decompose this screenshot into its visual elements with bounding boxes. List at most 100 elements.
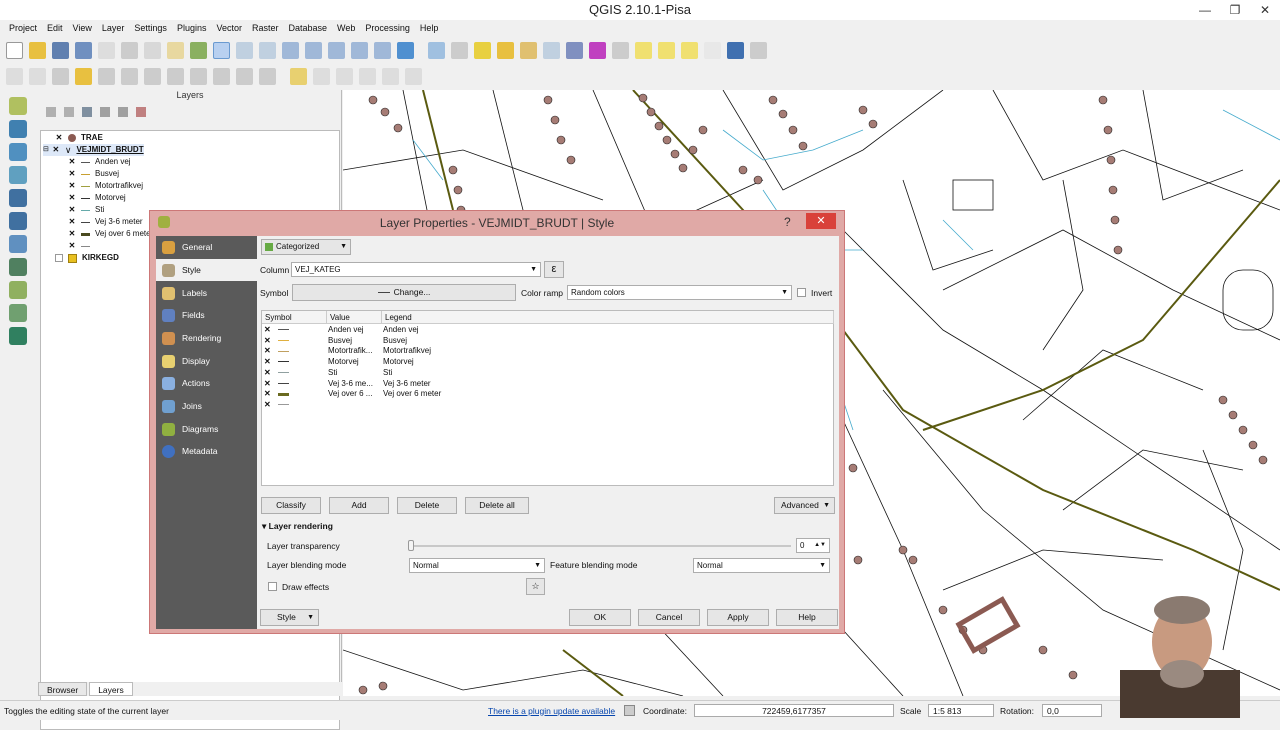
add-postgis-layer-icon[interactable]	[9, 143, 27, 161]
delete-selected-icon[interactable]	[190, 67, 207, 85]
dialog-close-button[interactable]: ✕	[806, 213, 836, 229]
pan-hand-icon[interactable]	[167, 41, 184, 59]
nav-joins[interactable]: Joins	[156, 395, 257, 417]
zoom-full-icon[interactable]	[282, 41, 299, 59]
nav-style[interactable]: Style	[156, 259, 257, 281]
column-combo[interactable]: VEJ_KATEG ▼	[291, 262, 541, 277]
layer-rendering-group[interactable]: ▾ Layer rendering	[262, 520, 333, 532]
category-motortrafikvej[interactable]: ✕ Motortrafikvej	[68, 180, 143, 192]
nav-general[interactable]: General	[156, 236, 257, 258]
visibility-checkbox[interactable]: ✕	[68, 170, 76, 178]
select-icon[interactable]	[474, 41, 491, 59]
menu-layer[interactable]: Layer	[102, 23, 125, 33]
menu-vector[interactable]: Vector	[216, 23, 242, 33]
new-project-icon[interactable]	[6, 41, 23, 59]
header-value[interactable]: Value	[327, 311, 382, 324]
composer-manager-icon[interactable]	[121, 41, 138, 59]
row-checkbox[interactable]: ✕	[264, 379, 271, 390]
menu-view[interactable]: View	[73, 23, 92, 33]
help-icon[interactable]	[727, 41, 744, 59]
blending-combo[interactable]: Normal ▼	[409, 558, 545, 573]
identify-icon[interactable]	[428, 41, 445, 59]
category-empty[interactable]: ✕	[68, 240, 95, 252]
messages-icon[interactable]	[624, 705, 635, 716]
rotate-label-icon[interactable]	[382, 67, 399, 85]
header-symbol[interactable]: Symbol	[262, 311, 327, 324]
style-menu-button[interactable]: Style ▼	[260, 609, 319, 626]
zoom-in-icon[interactable]	[213, 41, 230, 59]
nav-metadata[interactable]: Metadata	[156, 440, 257, 462]
menu-plugins[interactable]: Plugins	[177, 23, 207, 33]
deselect-icon[interactable]	[543, 41, 560, 59]
zoom-out-icon[interactable]	[236, 41, 253, 59]
show-hide-labels-icon[interactable]	[336, 67, 353, 85]
row-checkbox[interactable]: ✕	[264, 389, 271, 400]
nav-labels[interactable]: Labels	[156, 282, 257, 304]
menu-database[interactable]: Database	[289, 23, 328, 33]
menu-edit[interactable]: Edit	[47, 23, 63, 33]
category-busvej[interactable]: ✕ Busvej	[68, 168, 119, 180]
delete-all-button[interactable]: Delete all	[465, 497, 529, 514]
categories-table[interactable]: Symbol Value Legend ✕ Anden vej Anden ve…	[261, 310, 834, 486]
refresh-icon[interactable]	[397, 41, 414, 59]
add-wcs-layer-icon[interactable]	[9, 212, 27, 230]
add-wfs-layer-icon[interactable]	[9, 235, 27, 253]
menu-help[interactable]: Help	[420, 23, 439, 33]
zoom-native-icon[interactable]	[259, 41, 276, 59]
visibility-checkbox[interactable]: ✕	[55, 134, 63, 142]
category-motorvej[interactable]: ✕ Motorvej	[68, 192, 126, 204]
coordinate-field[interactable]: 722459,6177357	[694, 704, 894, 717]
zoom-next-icon[interactable]	[374, 41, 391, 59]
visibility-checkbox[interactable]: ✕	[68, 230, 76, 238]
pan-icon[interactable]	[144, 41, 161, 59]
move-label-icon[interactable]	[359, 67, 376, 85]
nav-diagrams[interactable]: Diagrams	[156, 418, 257, 440]
visibility-checkbox[interactable]: ✕	[68, 206, 76, 214]
row-checkbox[interactable]: ✕	[264, 325, 271, 336]
add-wms-layer-icon[interactable]	[9, 189, 27, 207]
pan-to-selection-icon[interactable]	[190, 41, 207, 59]
category-sti[interactable]: ✕ Sti	[68, 204, 105, 216]
add-button[interactable]: Add	[329, 497, 389, 514]
scale-combo[interactable]: 1:5 813	[928, 704, 994, 717]
layer-kirkegd[interactable]: KIRKEGD	[55, 252, 119, 264]
category-anden-vej[interactable]: ✕ Anden vej	[68, 156, 131, 168]
row-checkbox[interactable]: ✕	[264, 336, 271, 347]
menu-web[interactable]: Web	[337, 23, 355, 33]
context-help-icon[interactable]: ?	[784, 215, 791, 229]
delete-button[interactable]: Delete	[397, 497, 457, 514]
close-window-button[interactable]: ✕	[1250, 0, 1280, 20]
change-label-icon[interactable]	[405, 67, 422, 85]
collapse-all-icon[interactable]	[118, 107, 128, 117]
print-composer-icon[interactable]	[98, 41, 115, 59]
effects-star-button[interactable]: ☆	[526, 578, 545, 595]
header-legend[interactable]: Legend	[382, 311, 834, 324]
tab-browser[interactable]: Browser	[38, 682, 88, 696]
classify-button[interactable]: Classify	[261, 497, 321, 514]
save-project-icon[interactable]	[52, 41, 69, 59]
expand-toolbar-icon[interactable]	[29, 67, 46, 85]
menu-processing[interactable]: Processing	[365, 23, 410, 33]
collapse-icon[interactable]: ⊟	[43, 144, 49, 156]
row-checkbox[interactable]: ✕	[264, 368, 271, 379]
whats-this-icon[interactable]	[750, 41, 767, 59]
copy-features-icon[interactable]	[236, 67, 253, 85]
renderer-combo[interactable]: Categorized ▼	[261, 239, 351, 255]
visibility-checkbox[interactable]: ✕	[68, 182, 76, 190]
draw-effects-checkbox[interactable]	[268, 582, 277, 591]
transparency-spinbox[interactable]: 0 ▲▼	[796, 538, 830, 553]
visibility-checkbox[interactable]: ✕	[68, 194, 76, 202]
add-spatialite-layer-icon[interactable]	[9, 166, 27, 184]
action-icon[interactable]	[451, 41, 468, 59]
zoom-last-icon[interactable]	[351, 41, 368, 59]
minimize-button[interactable]: —	[1190, 0, 1220, 20]
category-vej-over-6-meter[interactable]: ✕ Vej over 6 meter	[68, 228, 154, 240]
category-vej-3-6-meter[interactable]: ✕ Vej 3-6 meter	[68, 216, 143, 228]
manage-visibility-icon[interactable]	[64, 107, 74, 117]
remove-layer-icon[interactable]	[136, 107, 146, 117]
pin-labels-icon[interactable]	[313, 67, 330, 85]
show-bookmarks-icon[interactable]	[681, 41, 698, 59]
new-shapefile-icon[interactable]	[9, 281, 27, 299]
current-edits-icon[interactable]	[52, 67, 69, 85]
rotation-field[interactable]: 0,0	[1042, 704, 1102, 717]
